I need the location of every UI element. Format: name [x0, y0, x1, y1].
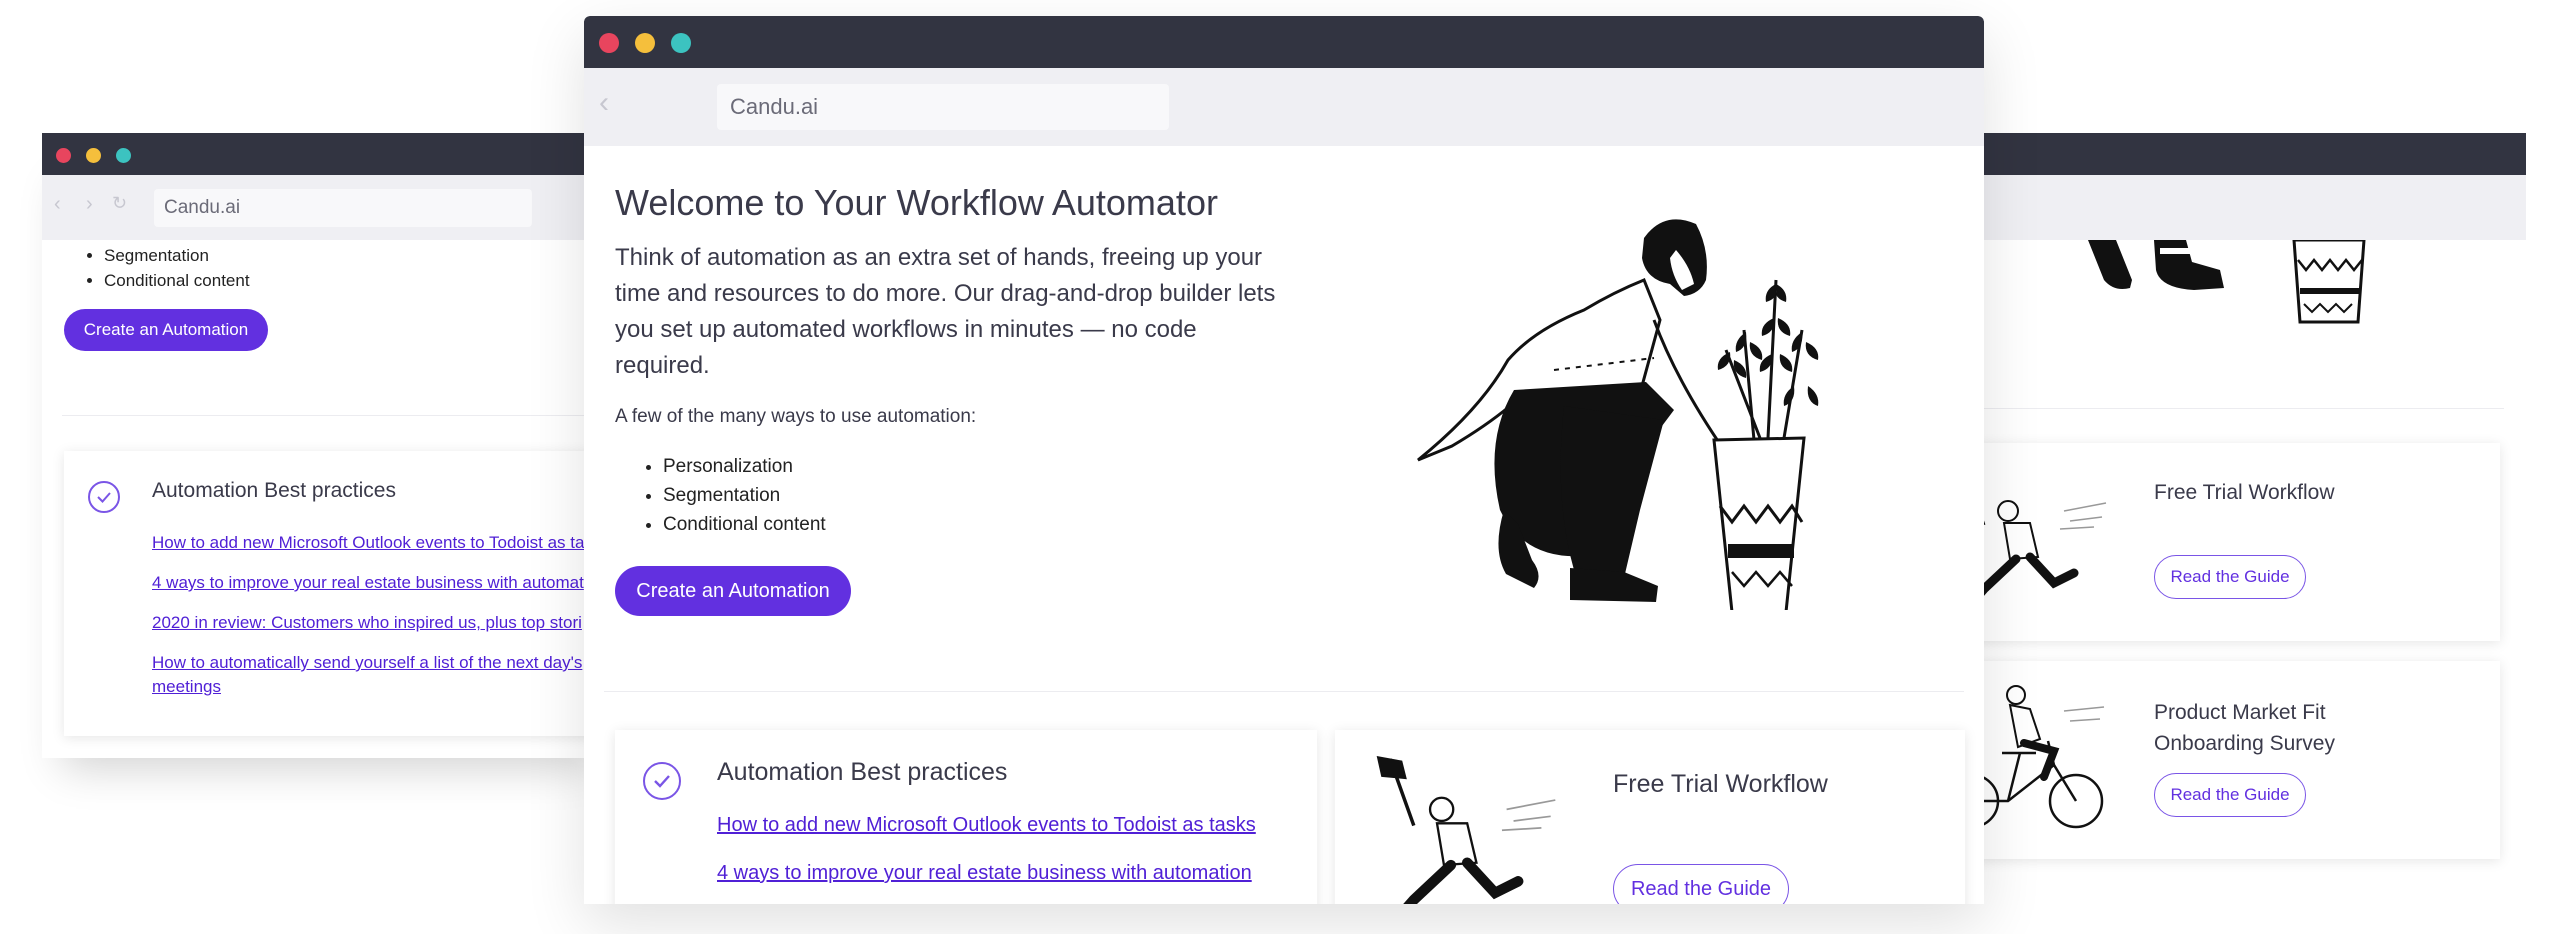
runner-with-flag-illustration — [1376, 756, 1556, 904]
forward-arrow-icon[interactable]: › — [86, 193, 93, 216]
maximize-dot[interactable] — [116, 148, 131, 163]
section-divider — [604, 691, 1964, 692]
close-dot[interactable] — [599, 33, 619, 53]
free-trial-workflow-card: Free Trial Workflow Read the Guide — [1944, 443, 2500, 641]
article-link[interactable]: How to add new Microsoft Outlook events … — [717, 814, 1256, 837]
workflow-title: Free Trial Workflow — [1613, 770, 1828, 798]
pmf-survey-workflow-card: Product Market Fit Onboarding Survey Rea… — [1944, 661, 2500, 859]
address-bar — [1944, 175, 2526, 240]
article-link[interactable]: 2020 in review: Customers who inspired u… — [152, 613, 582, 633]
page-title: Welcome to Your Workflow Automator — [615, 182, 1218, 223]
window-titlebar — [584, 16, 1984, 68]
article-link[interactable]: How to automatically send yourself a lis… — [152, 653, 582, 673]
window-titlebar — [42, 133, 612, 175]
section-divider — [1944, 408, 2504, 409]
reload-icon[interactable]: ↻ — [112, 193, 127, 214]
bullet-item: Conditional content — [104, 268, 250, 293]
create-automation-button[interactable]: Create an Automation — [64, 309, 268, 351]
url-field[interactable]: Candu.ai — [154, 189, 532, 227]
bullet-item: Conditional content — [663, 510, 826, 539]
main-browser-window: ‹ Candu.ai Welcome to Your Workflow Auto… — [584, 16, 1984, 904]
read-the-guide-button[interactable]: Read the Guide — [1613, 864, 1789, 904]
automation-uses-list: Personalization Segmentation Conditional… — [615, 452, 826, 539]
check-circle-icon — [88, 481, 120, 513]
read-the-guide-button[interactable]: Read the Guide — [2154, 555, 2306, 599]
card-title: Automation Best practices — [717, 758, 1008, 786]
back-arrow-icon[interactable]: ‹ — [54, 193, 61, 216]
screenshot-stage: ‹ › ↻ Candu.ai Segmentation Conditional … — [0, 0, 2556, 934]
window-titlebar — [1944, 133, 2526, 175]
best-practices-card: Automation Best practices How to add new… — [64, 451, 612, 736]
maximize-dot[interactable] — [671, 33, 691, 53]
address-bar: ‹ › ↻ Candu.ai — [42, 175, 612, 240]
article-link[interactable]: How to add new Microsoft Outlook events … — [152, 533, 584, 553]
background-browser-window-left: ‹ › ↻ Candu.ai Segmentation Conditional … — [42, 133, 612, 758]
read-the-guide-button[interactable]: Read the Guide — [2154, 773, 2306, 817]
minimize-dot[interactable] — [635, 33, 655, 53]
back-arrow-icon[interactable]: ‹ — [599, 86, 609, 120]
url-field[interactable]: Candu.ai — [717, 84, 1169, 130]
bullet-item: Segmentation — [663, 481, 826, 510]
article-link[interactable]: 4 ways to improve your real estate busin… — [152, 573, 584, 593]
subhead-text: A few of the many ways to use automation… — [615, 406, 977, 427]
background-browser-window-right: Free Trial Workflow Read the Guide Produ… — [1944, 133, 2526, 883]
bullet-item: Segmentation — [104, 243, 250, 268]
workflow-title: Product Market Fit Onboarding Survey — [2154, 701, 2335, 755]
check-circle-icon — [643, 762, 681, 800]
intro-paragraph: Think of automation as an extra set of h… — [615, 244, 1276, 379]
minimize-dot[interactable] — [86, 148, 101, 163]
article-link[interactable]: 4 ways to improve your real estate busin… — [717, 862, 1252, 885]
article-link-continuation[interactable]: meetings — [152, 677, 221, 697]
section-divider — [62, 415, 612, 416]
bullet-item: Personalization — [663, 452, 826, 481]
free-trial-workflow-card: Free Trial Workflow Read the Guide — [1335, 730, 1965, 904]
woman-with-plant-illustration — [1417, 219, 1819, 610]
create-automation-button[interactable]: Create an Automation — [615, 566, 851, 616]
close-dot[interactable] — [56, 148, 71, 163]
address-bar: ‹ Candu.ai — [584, 68, 1984, 146]
plant-illustration-fragment — [2088, 240, 2366, 324]
card-title: Automation Best practices — [152, 479, 396, 502]
bullet-list: Segmentation Conditional content — [84, 243, 250, 293]
workflow-title: Free Trial Workflow — [2154, 481, 2335, 504]
best-practices-card: Automation Best practices How to add new… — [615, 730, 1317, 904]
